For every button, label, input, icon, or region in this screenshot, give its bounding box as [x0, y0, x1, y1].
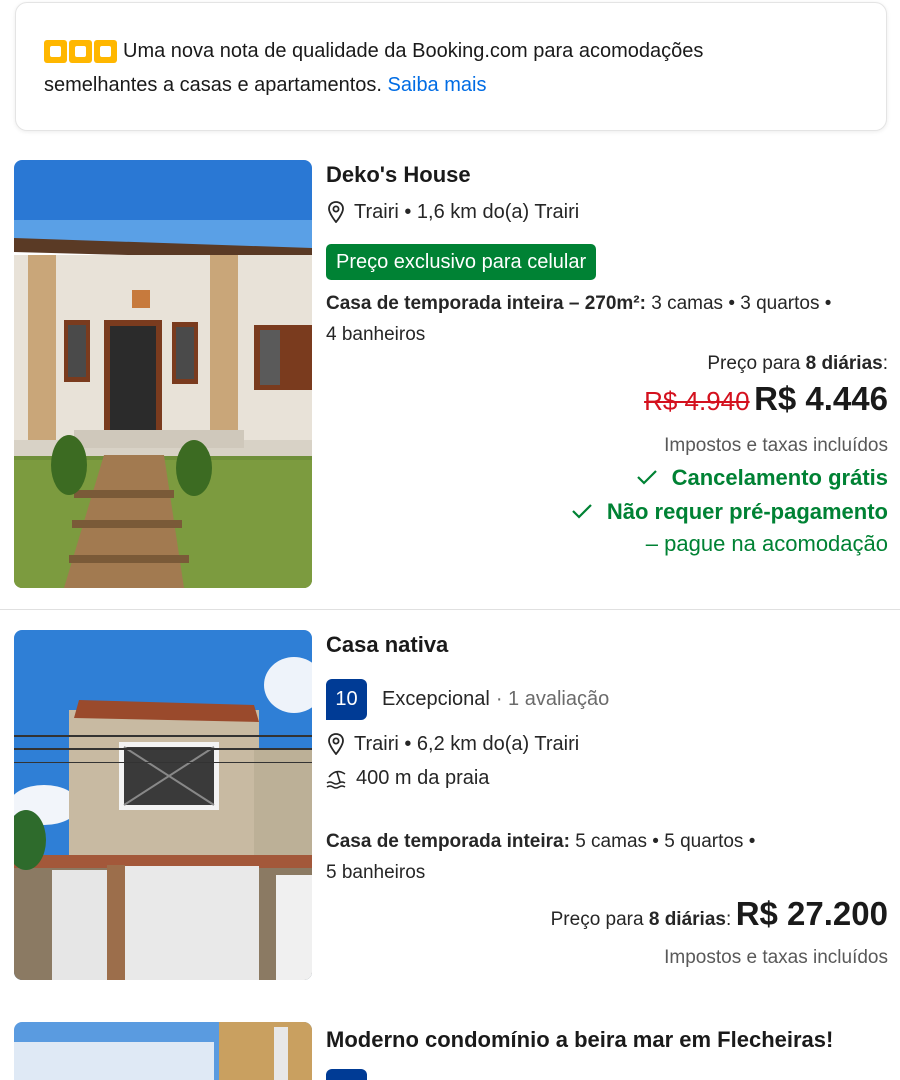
quality-notice-banner: Uma nova nota de qualidade da Booking.co…: [15, 2, 887, 131]
review-score-row: 10 Excepcional · 1 avaliação: [326, 679, 888, 720]
beach-distance: 400 m da praia: [326, 764, 888, 792]
unit-bathrooms: 4 banheiros: [326, 324, 426, 345]
property-title[interactable]: Casa nativa: [326, 630, 888, 660]
price-block: R$ 4.940 R$ 4.446: [326, 379, 888, 426]
card-divider: [0, 609, 900, 610]
location-pin-icon: [328, 201, 344, 223]
pay-at-property: – pague na acomodação: [645, 531, 888, 556]
unit-bathrooms: 5 banheiros: [326, 862, 426, 883]
unit-description: Casa de temporada inteira: 5 camas • 5 q…: [326, 826, 888, 888]
unit-config: 5 camas • 5 quartos •: [569, 831, 756, 852]
unit-config: 3 camas • 3 quartos •: [645, 293, 832, 314]
property-photo[interactable]: [14, 1022, 312, 1080]
property-card[interactable]: Deko's House Trairi • 1,6 km do(a) Trair…: [0, 160, 900, 590]
location-text: Trairi • 1,6 km do(a) Trairi: [354, 201, 580, 223]
property-title[interactable]: Deko's House: [326, 160, 888, 190]
price-for-nights: Preço para 8 diárias:: [707, 353, 888, 374]
location-text: Trairi • 6,2 km do(a) Trairi: [354, 733, 580, 755]
unit-description: Casa de temporada inteira – 270m²: 3 cam…: [326, 288, 888, 350]
property-photo[interactable]: [14, 630, 312, 980]
review-score-label: Excepcional: [382, 688, 490, 710]
property-card[interactable]: Moderno condomínio a beira mar em Fleche…: [0, 1022, 900, 1080]
review-score-badge: 10: [326, 679, 367, 720]
price-for-nights: Preço para 8 diárias:: [550, 909, 732, 930]
price-block: Preço para 8 diárias: R$ 27.200: [326, 892, 888, 943]
unit-type: Casa de temporada inteira:: [326, 831, 570, 852]
original-price: R$ 4.940: [644, 386, 750, 416]
learn-more-link[interactable]: Saiba mais: [388, 74, 487, 96]
review-score-badge: [326, 1069, 367, 1080]
checkmark-icon: [636, 470, 657, 485]
no-prepayment: Não requer pré-pagamento: [326, 499, 888, 525]
taxes-note: Impostos e taxas incluídos: [664, 947, 888, 968]
unit-type: Casa de temporada inteira – 270m²:: [326, 293, 646, 314]
notice-text-line2: semelhantes a casas e apartamentos.: [44, 74, 382, 96]
review-count: · 1 avaliação: [495, 688, 610, 710]
mobile-price-badge: Preço exclusivo para celular: [326, 244, 597, 280]
notice-text-line1: Uma nova nota de qualidade da Booking.co…: [123, 40, 704, 62]
property-title[interactable]: Moderno condomínio a beira mar em Fleche…: [326, 1025, 888, 1055]
checkmark-icon: [572, 504, 592, 519]
taxes-note: Impostos e taxas incluídos: [664, 435, 888, 456]
property-location: Trairi • 6,2 km do(a) Trairi: [326, 730, 888, 758]
beach-icon: [326, 770, 346, 789]
free-cancellation: Cancelamento grátis: [326, 465, 888, 491]
beach-distance-text: 400 m da praia: [356, 767, 490, 789]
property-card[interactable]: Casa nativa 10 Excepcional · 1 avaliação…: [0, 630, 900, 982]
property-photo[interactable]: [14, 160, 312, 588]
quality-rating-icon: [44, 39, 117, 63]
current-price: R$ 4.446: [754, 380, 888, 417]
location-pin-icon: [328, 733, 344, 755]
property-location: Trairi • 1,6 km do(a) Trairi: [326, 198, 888, 226]
current-price: R$ 27.200: [735, 895, 888, 932]
